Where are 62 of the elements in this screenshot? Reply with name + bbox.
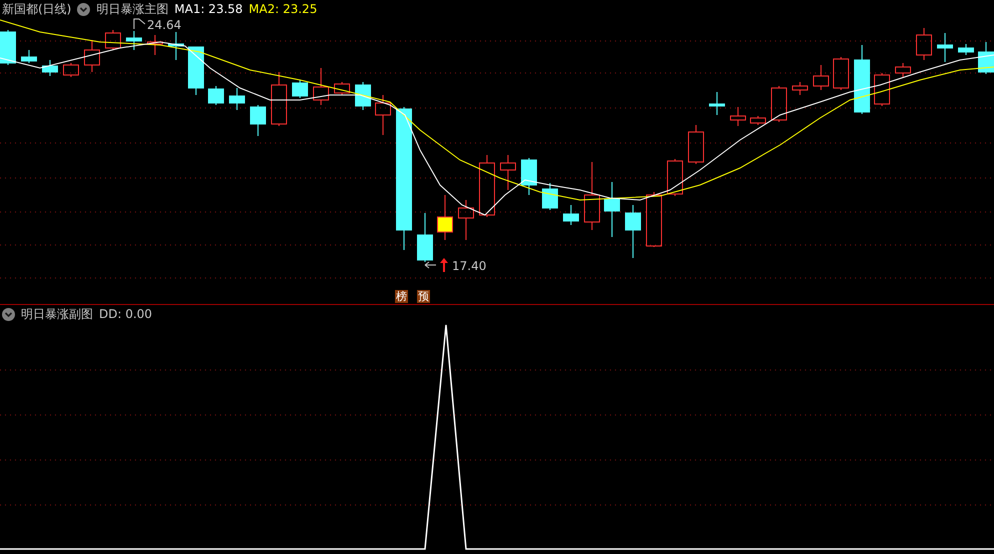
- chevron-down-icon[interactable]: [77, 2, 90, 16]
- candlestick: [813, 64, 829, 90]
- candlestick: [250, 104, 266, 136]
- candlestick: [105, 30, 121, 50]
- candlestick: [375, 94, 391, 136]
- candlestick: [667, 158, 683, 196]
- indicator-name: 明日暴涨主图: [96, 0, 168, 18]
- candlestick: [479, 154, 495, 218]
- candlestick: [792, 82, 808, 96]
- candlestick: [355, 82, 371, 110]
- candlestick: [771, 86, 787, 122]
- candlestick: [584, 162, 600, 230]
- arrow-up-icon: [440, 258, 448, 272]
- candlestick: [709, 92, 725, 116]
- low-price-label: 17.40: [452, 259, 486, 273]
- candlestick: [937, 32, 953, 62]
- candlestick: [874, 72, 890, 106]
- candlestick: [271, 72, 287, 126]
- candlestick: [750, 116, 766, 126]
- candlestick: [313, 68, 329, 106]
- candlestick: [833, 56, 849, 90]
- signal-marker: 预: [417, 290, 430, 302]
- candlestick: [63, 62, 79, 78]
- candlestick: [168, 32, 184, 60]
- candlestick: [292, 80, 308, 98]
- candlestick: [542, 182, 558, 210]
- candlestick: [958, 44, 974, 56]
- candlestick: [604, 182, 620, 238]
- moving-average-label: MA1: 23.58: [174, 2, 243, 16]
- candlestick: [42, 60, 58, 76]
- leader-line: [424, 262, 436, 268]
- candlestick: [126, 30, 142, 50]
- chevron-down-icon[interactable]: [2, 308, 15, 320]
- candlestick: [563, 204, 579, 226]
- high-price-label: 24.64: [147, 18, 182, 32]
- candlestick: [895, 62, 911, 78]
- signal-marker: 榜: [395, 290, 408, 302]
- candlestick: [334, 82, 350, 96]
- leader-line: [134, 18, 146, 30]
- stock-title: 新国都(日线): [2, 0, 72, 18]
- candlestick: [688, 124, 704, 164]
- candlestick: [84, 40, 100, 72]
- candlestick: [208, 86, 224, 106]
- indicator-name: 明日暴涨副图: [21, 306, 93, 322]
- candlestick: [646, 192, 662, 248]
- candlestick: [21, 50, 37, 64]
- candlestick: [625, 204, 641, 258]
- candlestick: [916, 28, 932, 60]
- candlestick: [417, 212, 433, 262]
- candlestick: [730, 106, 746, 126]
- candlestick: [521, 158, 537, 196]
- candlestick: [437, 194, 453, 240]
- candlestick: [0, 30, 16, 66]
- moving-average-label: MA2: 23.25: [248, 2, 318, 16]
- candlestick: [500, 154, 516, 190]
- candlestick: [229, 88, 245, 110]
- candlestick: [854, 44, 870, 114]
- candlestick: [978, 42, 994, 74]
- candlestick: [147, 34, 163, 56]
- indicator-value: DD: 0.00: [99, 307, 152, 321]
- candlestick: [188, 46, 204, 96]
- candlestick: [458, 200, 474, 240]
